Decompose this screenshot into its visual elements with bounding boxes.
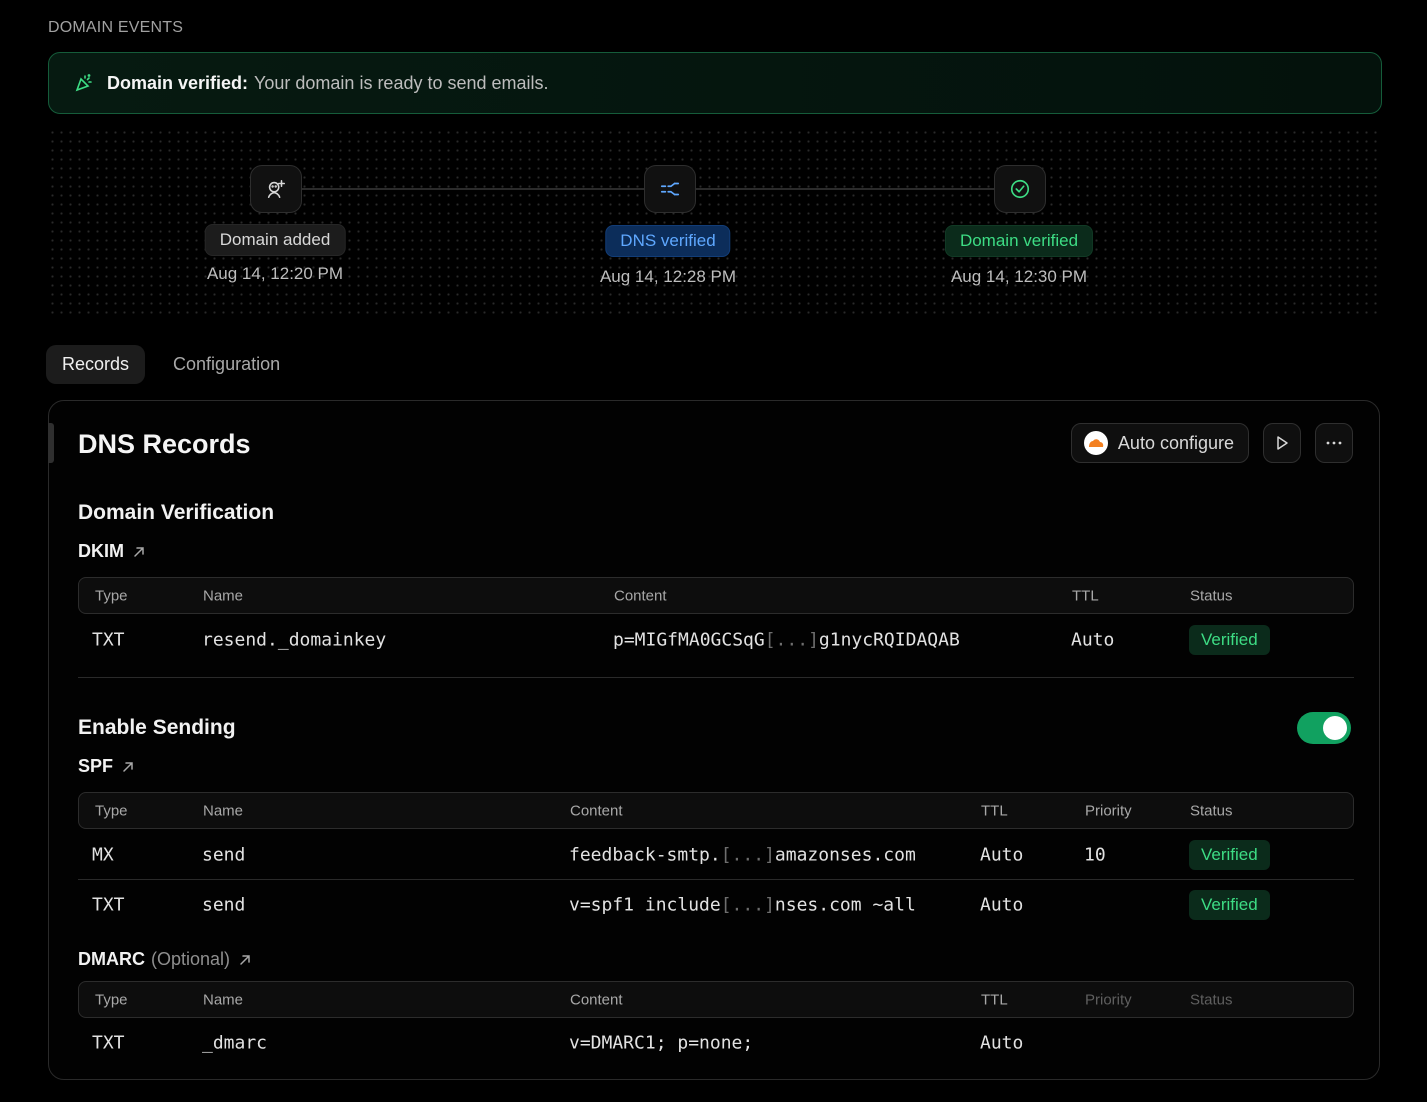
event-domain-verified: Domain verified (944, 225, 1094, 257)
dmarc-label: DMARC (78, 949, 145, 969)
col-status: Status (1190, 991, 1233, 1008)
cell-ttl: Auto (1071, 629, 1115, 651)
table-row: MX send feedback-smtp.[...]amazonses.com… (78, 830, 1354, 880)
spf-table-header: Type Name Content TTL Priority Status (78, 792, 1354, 829)
col-priority: Priority (1085, 802, 1132, 819)
cell-ttl: Auto (980, 844, 1024, 866)
dmarc-optional: (Optional) (151, 949, 231, 969)
more-options-button[interactable] (1315, 423, 1353, 463)
dmarc-link[interactable]: DMARC (Optional) (78, 949, 252, 970)
cell-name[interactable]: send (202, 845, 245, 866)
cell-name[interactable]: send (202, 895, 245, 916)
status-badge: Verified (1189, 625, 1270, 655)
tab-configuration[interactable]: Configuration (157, 345, 296, 384)
dns-records-card: DNS Records Auto configure Domain Verifi… (48, 400, 1380, 1080)
event-date: Aug 14, 12:28 PM (599, 267, 737, 286)
alert-message: Your domain is ready to send emails. (254, 72, 549, 93)
enable-sending-heading: Enable Sending (78, 716, 236, 739)
domain-events-timeline: Domain added Aug 14, 12:20 PM DNS verifi… (48, 128, 1382, 316)
card-title: DNS Records (78, 429, 251, 459)
enable-sending-toggle[interactable] (1297, 712, 1351, 744)
play-icon (1277, 436, 1288, 450)
event-date: Aug 14, 12:30 PM (950, 267, 1088, 286)
more-horizontal-icon (1326, 441, 1342, 445)
section-label: DOMAIN EVENTS (48, 19, 184, 36)
cell-priority: 10 (1084, 844, 1106, 866)
cell-content[interactable]: v=spf1 include[...]nses.com ~all (569, 895, 916, 916)
col-status: Status (1190, 587, 1233, 604)
cell-type: TXT (92, 629, 125, 651)
col-name: Name (203, 587, 244, 604)
auto-configure-button[interactable]: Auto configure (1070, 423, 1249, 463)
event-domain-added: Domain added (204, 224, 346, 256)
external-link-icon (240, 954, 250, 965)
event-dns-verified: DNS verified (605, 225, 731, 257)
col-priority: Priority (1085, 991, 1132, 1008)
cell-type: MX (92, 844, 114, 866)
domain-verified-alert: Domain verified: Your domain is ready to… (48, 52, 1382, 114)
dkim-table-header: Type Name Content TTL Status (78, 577, 1354, 614)
col-type: Type (95, 802, 128, 819)
col-ttl: TTL (981, 991, 1008, 1008)
cell-ttl: Auto (980, 1032, 1024, 1054)
external-link-icon (134, 546, 144, 557)
user-plus-icon (250, 165, 302, 213)
tabs: Records Configuration (46, 345, 296, 384)
alert-title: Domain verified: (107, 72, 249, 93)
table-row: TXT send v=spf1 include[...]nses.com ~al… (78, 880, 1354, 930)
cell-name[interactable]: resend._domainkey (202, 630, 386, 651)
external-link-icon (123, 761, 133, 772)
domain-verification-heading: Domain Verification (78, 501, 275, 524)
spf-label: SPF (78, 756, 114, 776)
dkim-link[interactable]: DKIM (78, 541, 146, 562)
cell-name[interactable]: _dmarc (202, 1033, 267, 1054)
check-circle-icon (994, 165, 1046, 213)
status-badge: Verified (1189, 840, 1270, 870)
play-button[interactable] (1263, 423, 1301, 463)
table-row: TXT _dmarc v=DMARC1; p=none; Auto (78, 1018, 1354, 1068)
col-content: Content (570, 991, 623, 1008)
spf-link[interactable]: SPF (78, 756, 135, 777)
table-row: TXT resend._domainkey p=MIGfMA0GCSqG[...… (78, 615, 1354, 665)
cell-type: TXT (92, 1032, 125, 1054)
party-popper-icon (73, 72, 95, 94)
dkim-label: DKIM (78, 541, 124, 561)
event-date: Aug 14, 12:20 PM (206, 264, 344, 283)
cell-ttl: Auto (980, 894, 1024, 916)
col-name: Name (203, 991, 244, 1008)
col-ttl: TTL (1072, 587, 1099, 604)
col-type: Type (95, 587, 128, 604)
cloudflare-icon (1083, 431, 1108, 455)
col-content: Content (614, 587, 667, 604)
tab-records[interactable]: Records (46, 345, 146, 384)
col-content: Content (570, 802, 623, 819)
cell-content[interactable]: feedback-smtp.[...]amazonses.com (569, 845, 916, 866)
dns-compare-icon (644, 165, 696, 213)
dmarc-table-header: Type Name Content TTL Priority Status (78, 981, 1354, 1018)
cell-type: TXT (92, 894, 125, 916)
status-badge: Verified (1189, 890, 1270, 920)
col-type: Type (95, 991, 128, 1008)
col-name: Name (203, 802, 244, 819)
col-ttl: TTL (981, 802, 1008, 819)
col-status: Status (1190, 802, 1233, 819)
auto-configure-label: Auto configure (1117, 432, 1234, 453)
cell-content[interactable]: v=DMARC1; p=none; (569, 1033, 753, 1054)
cell-content[interactable]: p=MIGfMA0GCSqG[...]g1nycRQIDAQAB (613, 630, 960, 651)
